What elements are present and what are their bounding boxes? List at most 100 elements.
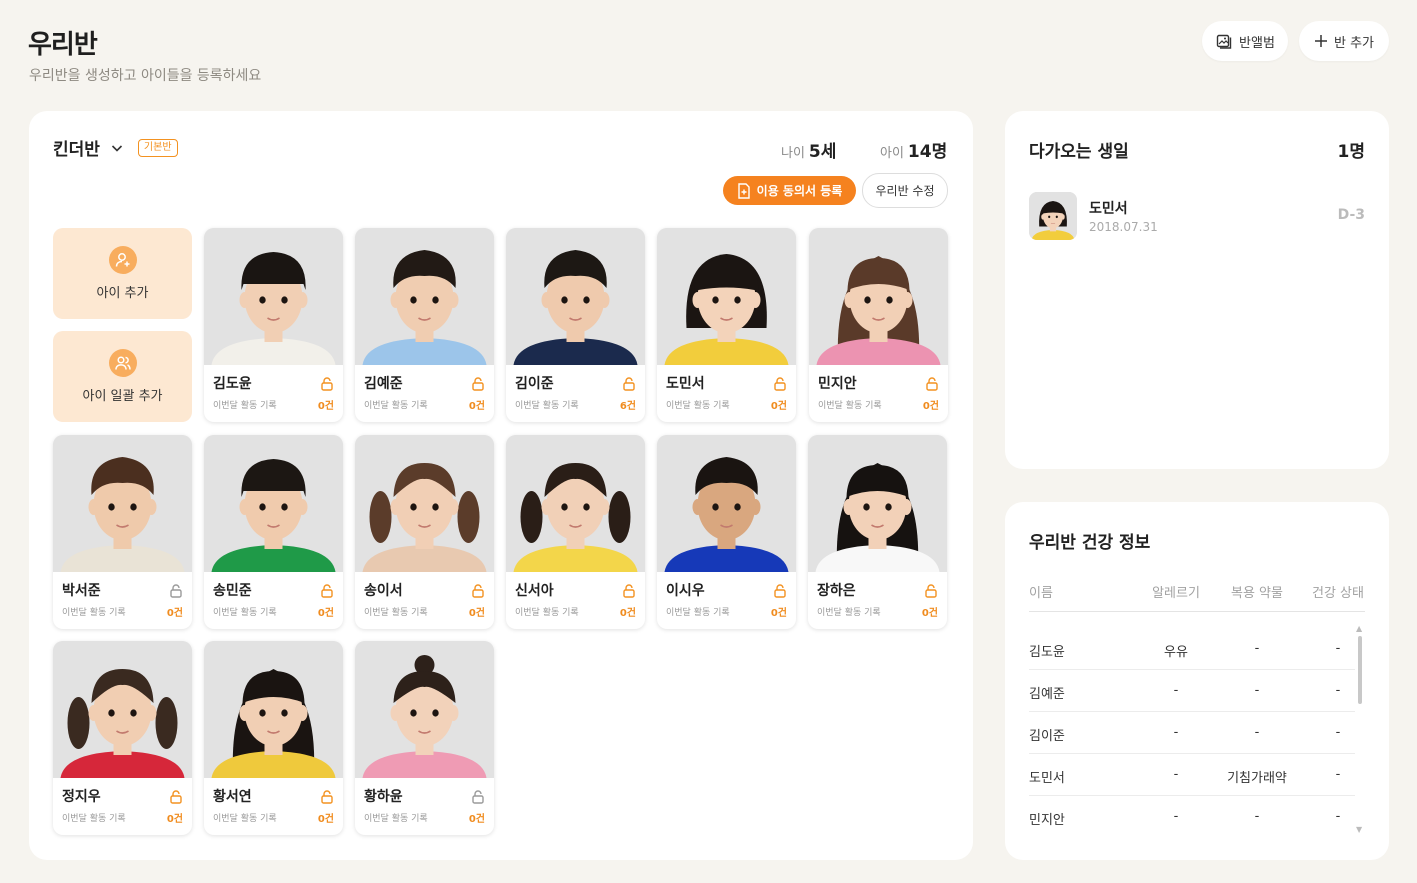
activity-label: 이번달 활동 기록 [364, 401, 428, 411]
lock-icon[interactable] [170, 789, 182, 804]
table-row: 도민서 - 기침가래약 - [1029, 754, 1355, 796]
class-selector[interactable]: 킨더반 기본반 [53, 135, 178, 160]
lock-icon[interactable] [472, 789, 484, 804]
child-photo [53, 435, 192, 572]
child-photo [355, 435, 494, 572]
activity-count: 0건 [770, 401, 787, 412]
activity-label: 이번달 활동 기록 [515, 401, 579, 411]
activity-label: 이번달 활동 기록 [213, 814, 277, 824]
cell-allergy: - [1173, 683, 1179, 698]
bulk-add-label: 아이 일괄 추가 [82, 389, 163, 404]
cell-allergy: - [1173, 725, 1179, 740]
child-name: 송민준 [213, 583, 252, 599]
plus-icon [1314, 35, 1327, 47]
lock-icon[interactable] [170, 583, 182, 598]
child-card[interactable]: 김예준 이번달 활동 기록 0건 [355, 228, 494, 422]
lock-icon[interactable] [623, 376, 635, 391]
child-photo [809, 228, 948, 365]
birthday-panel: 다가오는 생일 1명 도민서 2018.07.31 D-3 [1005, 111, 1389, 469]
class-panel: 킨더반 기본반 나이 5세 아이 14명 이용 동의서 등록 우리반 수정 아이… [29, 111, 973, 860]
child-card[interactable]: 황하윤 이번달 활동 기록 0건 [355, 641, 494, 835]
bulk-add-children-button[interactable]: 아이 일괄 추가 [53, 331, 192, 422]
child-card[interactable]: 이시우 이번달 활동 기록 0건 [657, 435, 796, 629]
activity-count: 6건 [619, 401, 636, 412]
kids-label: 아이 [880, 146, 904, 161]
child-name: 정지우 [62, 789, 101, 805]
class-album-button[interactable]: 반앨범 [1202, 21, 1288, 61]
cell-health: - [1335, 683, 1341, 698]
lock-icon[interactable] [472, 583, 484, 598]
table-row: 김도윤 우유 - - [1029, 628, 1355, 670]
lock-icon[interactable] [472, 376, 484, 391]
child-card[interactable]: 신서아 이번달 활동 기록 0건 [506, 435, 645, 629]
scroll-up-icon[interactable]: ▲ [1356, 624, 1362, 633]
child-name: 김예준 [364, 376, 403, 392]
child-card[interactable]: 김이준 이번달 활동 기록 6건 [506, 228, 645, 422]
child-card[interactable]: 도민서 이번달 활동 기록 0건 [657, 228, 796, 422]
activity-count: 0건 [468, 401, 485, 412]
activity-label: 이번달 활동 기록 [364, 608, 428, 618]
add-class-label: 반 추가 [1333, 35, 1374, 51]
child-name: 장하은 [817, 583, 856, 599]
activity-label: 이번달 활동 기록 [364, 814, 428, 824]
default-class-badge: 기본반 [137, 138, 178, 157]
child-name: 송이서 [364, 583, 403, 599]
class-kids-stat: 아이 14명 [880, 137, 947, 162]
child-photo [53, 641, 192, 778]
consent-register-button[interactable]: 이용 동의서 등록 [723, 176, 856, 205]
child-card[interactable]: 장하은 이번달 활동 기록 0건 [808, 435, 947, 629]
add-person-icon [108, 246, 137, 274]
child-card[interactable]: 송이서 이번달 활동 기록 0건 [355, 435, 494, 629]
activity-count: 0건 [317, 814, 334, 825]
child-card[interactable]: 민지안 이번달 활동 기록 0건 [809, 228, 948, 422]
child-photo [355, 641, 494, 778]
lock-icon[interactable] [321, 376, 333, 391]
column-medication: 복용 약물 [1231, 586, 1283, 601]
lock-icon[interactable] [774, 583, 786, 598]
activity-count: 0건 [166, 814, 183, 825]
lock-icon[interactable] [926, 376, 938, 391]
edit-class-button[interactable]: 우리반 수정 [862, 173, 948, 208]
scrollbar-thumb[interactable] [1358, 636, 1362, 704]
activity-label: 이번달 활동 기록 [515, 608, 579, 618]
child-card[interactable]: 정지우 이번달 활동 기록 0건 [53, 641, 192, 835]
child-name: 황하윤 [364, 789, 403, 805]
activity-label: 이번달 활동 기록 [62, 814, 126, 824]
cell-allergy: - [1173, 809, 1179, 824]
page-title: 우리반 [28, 30, 98, 60]
child-name: 도민서 [666, 376, 705, 392]
cell-health: - [1335, 767, 1341, 782]
child-name: 신서아 [515, 583, 554, 599]
child-name: 김도윤 [213, 376, 252, 392]
cell-medication: - [1254, 725, 1260, 740]
child-card[interactable]: 황서연 이번달 활동 기록 0건 [204, 641, 343, 835]
cell-medication: 기침가래약 [1227, 771, 1287, 786]
cell-name: 김예준 [1029, 687, 1065, 702]
child-card[interactable]: 김도윤 이번달 활동 기록 0건 [204, 228, 343, 422]
lock-icon[interactable] [321, 789, 333, 804]
activity-label: 이번달 활동 기록 [213, 608, 277, 618]
age-label: 나이 [781, 146, 805, 161]
scroll-down-icon[interactable]: ▼ [1356, 825, 1362, 834]
activity-label: 이번달 활동 기록 [818, 401, 882, 411]
child-name: 황서연 [213, 789, 252, 805]
lock-icon[interactable] [774, 376, 786, 391]
consent-label: 이용 동의서 등록 [756, 184, 843, 198]
birthday-item[interactable]: 도민서 2018.07.31 D-3 [1029, 192, 1365, 240]
lock-icon[interactable] [623, 583, 635, 598]
child-photo [204, 641, 343, 778]
child-photo [506, 228, 645, 365]
cell-allergy: 우유 [1164, 645, 1188, 660]
cell-health: - [1335, 809, 1341, 824]
cell-medication: - [1254, 809, 1260, 824]
column-name: 이름 [1029, 586, 1053, 601]
activity-count: 0건 [619, 608, 636, 619]
add-class-button[interactable]: 반 추가 [1299, 21, 1389, 61]
lock-icon[interactable] [925, 583, 937, 598]
cell-name: 민지안 [1029, 813, 1065, 828]
add-child-button[interactable]: 아이 추가 [53, 228, 192, 319]
table-row: 김이준 - - - [1029, 712, 1355, 754]
child-card[interactable]: 송민준 이번달 활동 기록 0건 [204, 435, 343, 629]
lock-icon[interactable] [321, 583, 333, 598]
child-card[interactable]: 박서준 이번달 활동 기록 0건 [53, 435, 192, 629]
